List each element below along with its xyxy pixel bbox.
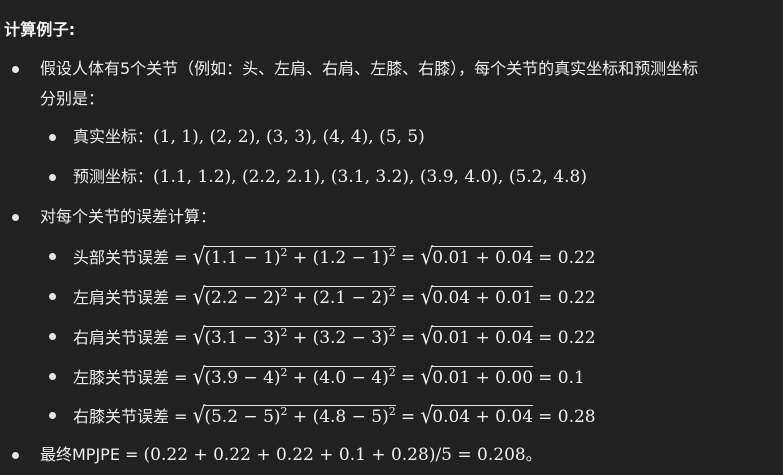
final-label: 最终MPJPE =: [40, 445, 139, 464]
bullet: [49, 373, 56, 380]
sqrt-expression: √(2.2 − 2)2 + (2.1 − 2)2: [192, 282, 396, 310]
sqrt-expression: √(5.2 − 5)2 + (4.8 − 5)2: [192, 401, 396, 429]
error-label: 右膝关节误差 =: [73, 407, 188, 426]
bullet: [49, 412, 56, 419]
bullet: [49, 253, 56, 260]
error-result: 0.22: [557, 328, 596, 348]
bullet: [49, 293, 56, 300]
error-row-left-shoulder: 左肩关节误差 = √(2.2 − 2)2 + (2.1 − 2)2 = √0.0…: [73, 282, 596, 310]
calculation-example: 计算例子: 假设人体有5个关节（例如：头、左肩、右肩、左膝、右膝），每个关节的真…: [0, 0, 783, 475]
sqrt-icon: √: [192, 401, 206, 429]
final-expression: (0.22 + 0.22 + 0.22 + 0.1 + 0.28)/5 = 0.…: [143, 445, 526, 465]
sqrt-icon: √: [192, 242, 206, 270]
error-result: 0.28: [557, 407, 596, 427]
sqrt-expression: √(3.1 − 3)2 + (3.2 − 3)2: [192, 322, 396, 350]
error-result: 0.22: [557, 248, 596, 268]
true-coords-values: (1, 1), (2, 2), (3, 3), (4, 4), (5, 5): [153, 127, 425, 147]
bullet: [12, 214, 19, 221]
sqrt-expression: √0.01 + 0.00: [420, 362, 534, 390]
sqrt-expression: √0.01 + 0.04: [420, 322, 534, 350]
bullet: [49, 174, 56, 181]
sqrt-icon: √: [420, 282, 434, 310]
error-row-right-shoulder: 右肩关节误差 = √(3.1 − 3)2 + (3.2 − 3)2 = √0.0…: [73, 322, 596, 350]
sqrt-expression: √0.04 + 0.04: [420, 401, 534, 429]
heading: 计算例子:: [4, 20, 76, 39]
sqrt-icon: √: [420, 401, 434, 429]
error-label: 头部关节误差 =: [73, 248, 188, 267]
bullet: [49, 134, 56, 141]
error-result: 0.22: [557, 288, 596, 308]
error-result: 0.1: [557, 368, 585, 388]
sqrt-icon: √: [192, 362, 206, 390]
true-coords-label: 真实坐标：: [73, 127, 154, 146]
final-row: 最终MPJPE = (0.22 + 0.22 + 0.22 + 0.1 + 0.…: [40, 444, 542, 466]
sqrt-expression: √0.04 + 0.01: [420, 282, 534, 310]
bullet: [12, 66, 19, 73]
error-intro: 对每个关节的误差计算：: [40, 207, 217, 226]
sqrt-icon: √: [192, 282, 206, 310]
sqrt-expression: √0.01 + 0.04: [420, 242, 534, 270]
error-label: 右肩关节误差 =: [73, 328, 188, 347]
error-label: 左肩关节误差 =: [73, 288, 188, 307]
error-row-head: 头部关节误差 = √(1.1 − 1)2 + (1.2 − 1)2 = √0.0…: [73, 242, 596, 270]
error-row-right-knee: 右膝关节误差 = √(5.2 − 5)2 + (4.8 − 5)2 = √0.0…: [73, 401, 596, 429]
pred-coords-values: (1.1, 1.2), (2.2, 2.1), (3.1, 3.2), (3.9…: [153, 167, 587, 187]
intro-line-1: 假设人体有5个关节（例如：头、左肩、右肩、左膝、右膝），每个关节的真实坐标和预测…: [40, 59, 699, 78]
bullet: [49, 333, 56, 340]
sqrt-icon: √: [192, 322, 206, 350]
sqrt-expression: √(1.1 − 1)2 + (1.2 − 1)2: [192, 242, 396, 270]
pred-coords-label: 预测坐标：: [73, 167, 154, 186]
error-row-left-knee: 左膝关节误差 = √(3.9 − 4)2 + (4.0 − 4)2 = √0.0…: [73, 362, 585, 390]
final-suffix: 。: [525, 445, 542, 464]
sqrt-icon: √: [420, 242, 434, 270]
sqrt-icon: √: [420, 362, 434, 390]
pred-coords-row: 预测坐标：(1.1, 1.2), (2.2, 2.1), (3.1, 3.2),…: [73, 166, 587, 188]
true-coords-row: 真实坐标：(1, 1), (2, 2), (3, 3), (4, 4), (5,…: [73, 126, 425, 148]
bullet: [12, 452, 19, 459]
sqrt-expression: √(3.9 − 4)2 + (4.0 − 4)2: [192, 362, 396, 390]
error-label: 左膝关节误差 =: [73, 368, 188, 387]
intro-line-2: 分别是：: [40, 89, 105, 108]
sqrt-icon: √: [420, 322, 434, 350]
